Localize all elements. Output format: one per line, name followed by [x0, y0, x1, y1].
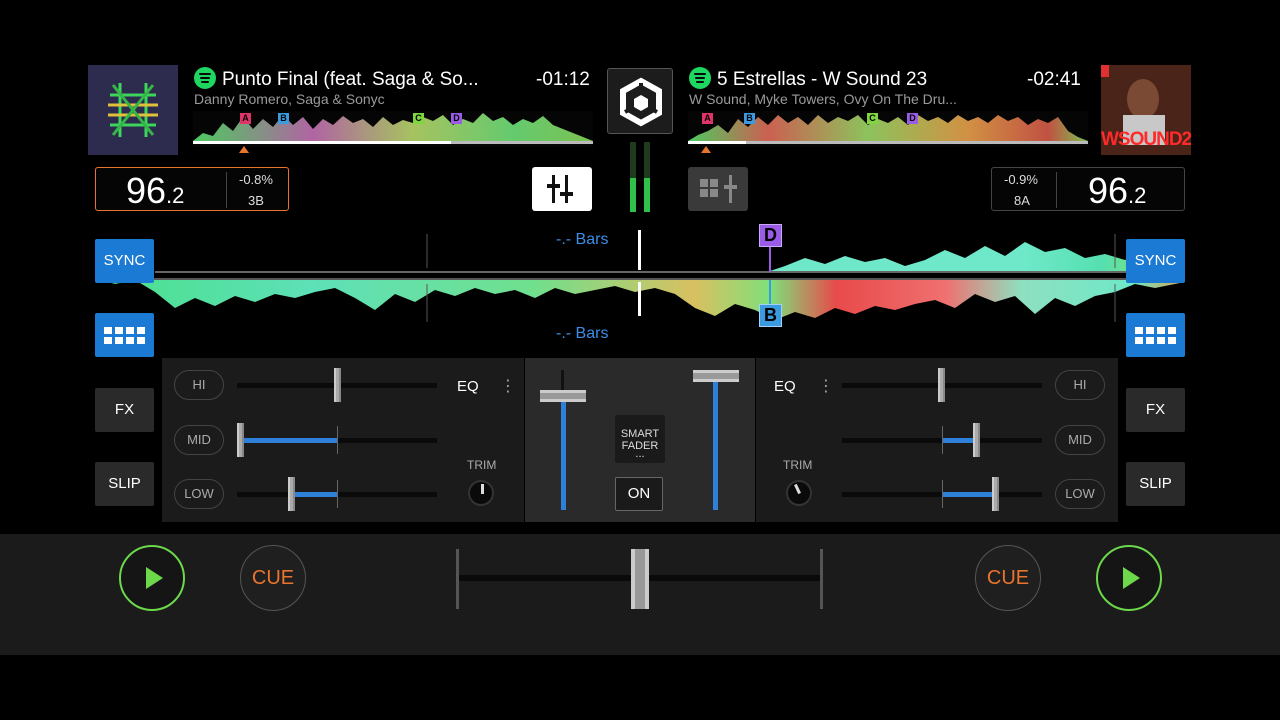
track-artist-right: W Sound, Myke Towers, Ovy On The Dru...: [689, 91, 957, 107]
album-art-left: [88, 65, 178, 155]
pads-button-right[interactable]: [1126, 313, 1185, 357]
fx-button-left[interactable]: FX: [95, 388, 154, 432]
key-value-right: 8A: [1014, 193, 1030, 208]
bars-counter-bottom: -.- Bars: [556, 325, 609, 342]
eq-mid-handle-right[interactable]: [973, 423, 980, 457]
channel-fader-left-level: [561, 398, 566, 510]
cue-marker-a-left[interactable]: A: [240, 113, 251, 124]
overview-waveform-right[interactable]: A B C D: [688, 111, 1088, 147]
eq-low-handle-left[interactable]: [288, 477, 295, 511]
eq-more-icon-left[interactable]: ⋮: [500, 376, 516, 396]
spotify-icon-left: [194, 67, 216, 89]
eq-hi-label-right[interactable]: HI: [1055, 370, 1105, 400]
channel-fader-right-handle[interactable]: [693, 370, 739, 382]
bpm-value-right: 96.2: [1088, 170, 1147, 211]
eq-low-handle-right[interactable]: [992, 477, 999, 511]
track-time-right: -02:41: [1027, 69, 1081, 90]
play-button-right[interactable]: [1096, 545, 1162, 611]
smart-fader-button[interactable]: SMART FADER ...: [615, 415, 665, 463]
cue-marker-d-waveform[interactable]: D: [759, 224, 782, 247]
channel-fader-left-handle[interactable]: [540, 390, 586, 402]
eq-hi-handle-right[interactable]: [938, 368, 945, 402]
bpm-value-left: 96.2: [126, 170, 185, 211]
eq-title-right: EQ: [774, 378, 796, 395]
bpm-display-left[interactable]: 96.2 -0.8% 3B: [95, 167, 289, 211]
app-logo-button[interactable]: [607, 68, 673, 134]
pads-button-left[interactable]: [95, 313, 154, 357]
trim-label-left: TRIM: [467, 458, 497, 472]
album-art-right: WSOUND23: [1101, 65, 1191, 155]
cue-marker-d-right[interactable]: D: [907, 113, 918, 124]
trim-knob-right[interactable]: [786, 480, 812, 506]
cue-marker-c-right[interactable]: C: [867, 113, 878, 124]
slip-button-left[interactable]: SLIP: [95, 462, 154, 506]
pitch-value-left: -0.8%: [239, 172, 273, 187]
eq-panel-left: HI MID LOW EQ ⋮ TRIM: [162, 358, 524, 522]
sync-button-right[interactable]: SYNC: [1126, 239, 1185, 283]
play-icon: [146, 567, 163, 589]
eq-mid-label-left[interactable]: MID: [174, 425, 224, 455]
bpm-display-right[interactable]: -0.9% 8A 96.2: [991, 167, 1185, 211]
crossfader-right-stop: [820, 549, 823, 609]
cue-marker-b-left[interactable]: B: [278, 113, 289, 124]
transport-bar: CUE CUE: [0, 534, 1280, 655]
sliders-icon: [547, 175, 573, 203]
smart-fader-on-button[interactable]: ON: [615, 477, 663, 511]
pads-view-button[interactable]: [688, 167, 748, 211]
eq-mid-label-right[interactable]: MID: [1055, 425, 1105, 455]
track-time-left: -01:12: [536, 69, 590, 90]
eq-low-label-left[interactable]: LOW: [174, 479, 224, 509]
eq-hi-handle-left[interactable]: [334, 368, 341, 402]
sync-button-left[interactable]: SYNC: [95, 239, 154, 283]
channel-faders-panel: SMART FADER ... ON: [525, 358, 755, 522]
grid-icon: [104, 327, 145, 344]
spotify-icon-right: [689, 67, 711, 89]
track-title-right: 5 Estrellas - W Sound 23: [717, 69, 928, 90]
playhead-marker-left: [239, 146, 249, 153]
trim-knob-left[interactable]: [468, 480, 494, 506]
main-waveform-area[interactable]: -.- Bars -.- Bars D B: [95, 224, 1185, 342]
channel-fader-right-level: [713, 370, 718, 510]
album-art-right-text: WSOUND23: [1101, 129, 1191, 150]
hexagon-logo-icon: [620, 77, 662, 127]
fx-button-right[interactable]: FX: [1126, 388, 1185, 432]
cue-button-right[interactable]: CUE: [975, 545, 1041, 611]
eq-title-left: EQ: [457, 378, 479, 395]
cue-button-left[interactable]: CUE: [240, 545, 306, 611]
bars-counter-top: -.- Bars: [556, 231, 609, 248]
track-title-left: Punto Final (feat. Saga & So...: [222, 69, 479, 90]
play-button-left[interactable]: [119, 545, 185, 611]
cue-marker-c-left[interactable]: C: [413, 113, 424, 124]
playhead-marker-right: [701, 146, 711, 153]
pitch-value-right: -0.9%: [1004, 172, 1038, 187]
grid-icon: [1135, 327, 1176, 344]
level-meter-right: [644, 142, 650, 212]
play-icon: [1123, 567, 1140, 589]
slip-button-right[interactable]: SLIP: [1126, 462, 1185, 506]
grid-icon: [700, 175, 737, 203]
overview-waveform-left[interactable]: A B C D: [193, 111, 593, 147]
eq-hi-label-left[interactable]: HI: [174, 370, 224, 400]
eq-panel-right: EQ ⋮ TRIM HI MID LOW: [756, 358, 1118, 522]
level-meter-left: [630, 142, 636, 212]
cue-marker-d-left[interactable]: D: [451, 113, 462, 124]
eq-mid-handle-left[interactable]: [237, 423, 244, 457]
trim-label-right: TRIM: [783, 458, 813, 472]
key-value-left: 3B: [248, 193, 264, 208]
track-artist-left: Danny Romero, Saga & Sonyc: [194, 91, 385, 107]
cue-marker-a-right[interactable]: A: [702, 113, 713, 124]
cue-marker-b-right[interactable]: B: [744, 113, 755, 124]
mixer-view-button[interactable]: [532, 167, 592, 211]
crossfader-handle[interactable]: [631, 549, 649, 609]
eq-low-label-right[interactable]: LOW: [1055, 479, 1105, 509]
cue-marker-b-waveform[interactable]: B: [759, 304, 782, 327]
eq-more-icon-right[interactable]: ⋮: [818, 376, 834, 396]
